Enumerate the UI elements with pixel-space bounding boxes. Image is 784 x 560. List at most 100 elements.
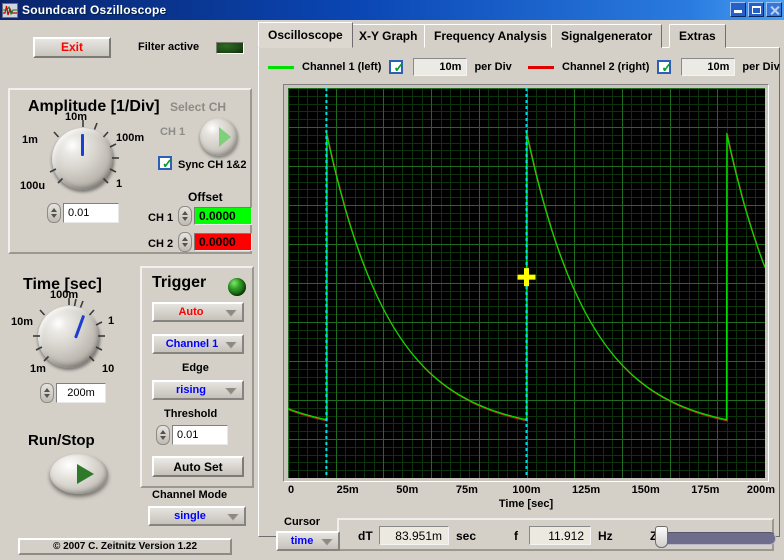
x-tick-6: 150m [631,484,660,496]
waveform-icon-svg [3,3,17,17]
channel-2-per-div-label: per Div [742,61,780,73]
select-ch-value: CH 1 [160,126,186,138]
trigger-source-value: Channel 1 [165,338,219,350]
offset-ch2-value[interactable]: 0.0000 [194,233,252,251]
time-knob-label-10: 10 [102,363,115,375]
trigger-threshold-label: Threshold [164,408,218,420]
trigger-edge-label: Edge [182,362,209,374]
chevron-down-icon [225,310,237,317]
offset-ch2-spinner[interactable] [178,232,192,252]
x-axis-tick-labels: 0 25m 50m 75m 100m 125m 150m 175m 200m [283,484,775,498]
time-spinner[interactable] [40,383,54,403]
window-controls [730,2,782,17]
amplitude-knob-label-1m: 1m [22,134,38,146]
x-tick-3: 75m [455,484,478,496]
cursor-title: Cursor [284,516,321,528]
cursor-mode-value: time [290,535,314,547]
window-title: Soundcard Oszilloscope [22,3,167,17]
offset-ch1-value[interactable]: 0.0000 [194,207,252,225]
amplitude-knob-ticks [49,120,119,184]
f-value-field: 11.912 [529,526,591,545]
trigger-edge-value: rising [176,384,206,396]
select-ch-knob[interactable] [200,118,238,156]
minimize-icon[interactable] [730,2,746,17]
dt-value-field: 83.951m [379,526,449,545]
trigger-led [228,278,246,296]
x-tick-4: 100m [512,484,541,496]
trigger-source-combo[interactable]: Channel 1 [152,334,244,354]
copyright-label: © 2007 C. Zeitnitz Version 1.22 [18,538,232,555]
amplitude-value-field[interactable]: 0.01 [63,203,119,223]
trigger-threshold-spinner[interactable] [156,425,170,445]
auto-set-button[interactable]: Auto Set [152,456,244,477]
channel-1-color-swatch [268,65,294,69]
tab-signalgenerator[interactable]: Signalgenerator [551,24,663,48]
oscilloscope-app: Soundcard Oszilloscope Exit Filter activ… [0,0,784,560]
amplitude-panel: Amplitude [1/Div] Select CH CH 1 10m 100… [8,88,252,254]
trigger-mode-value: Auto [178,306,204,318]
channel-1-enable-checkbox[interactable]: ✓ [389,60,404,74]
sync-channels-label: Sync CH 1&2 [178,159,247,171]
x-tick-7: 175m [691,484,720,496]
channel-2-per-div-value[interactable]: 10m [681,58,736,76]
run-stop-button[interactable] [50,454,108,494]
channel-2-enable-checkbox[interactable]: ✓ [657,60,672,74]
offset-ch1-spinner[interactable] [178,206,192,226]
waveform-icon [2,2,18,18]
offset-ch2-label: CH 2 [148,238,174,250]
trigger-edge-combo[interactable]: rising [152,380,244,400]
oscilloscope-plot[interactable] [288,88,765,478]
channel-mode-combo[interactable]: single [148,506,246,526]
cursor-mode-combo[interactable]: time [276,531,340,551]
tab-extras[interactable]: Extras [669,24,726,48]
trigger-panel: Trigger Auto Channel 1 Edge rising Thres… [140,266,254,488]
zoom-slider-thumb[interactable] [655,526,668,548]
amplitude-knob-label-10m: 10m [65,111,88,123]
amplitude-spinner[interactable] [47,203,61,223]
channel-2-color-swatch [528,65,554,69]
time-knob-label-1m: 1m [30,363,46,375]
filter-active-label: Filter active [138,41,200,53]
amplitude-knob-label-1: 1 [116,178,123,190]
offset-ch1-label: CH 1 [148,212,174,224]
chevron-down-icon [227,514,239,521]
channel-2-name: Channel 2 (right) [562,61,650,73]
trigger-mode-combo[interactable]: Auto [152,302,244,322]
channel-mode-value: single [174,510,206,522]
sync-channels-checkbox[interactable]: ✓ [158,156,173,170]
tab-oscilloscope[interactable]: Oscilloscope [258,22,353,48]
maximize-icon[interactable] [748,2,764,17]
x-tick-5: 125m [572,484,601,496]
offset-title: Offset [188,190,223,204]
trigger-threshold-field[interactable]: 0.01 [172,425,228,445]
channel-1-row: Channel 1 (left) ✓ 10m per Div [268,57,512,77]
f-unit-label: Hz [598,529,613,543]
f-label: f [514,529,518,543]
x-tick-8: 200m [746,484,776,496]
dt-unit-label: sec [456,529,477,543]
channel-1-per-div-value[interactable]: 10m [413,58,468,76]
x-tick-1: 25m [336,484,359,496]
tab-strip: Oscilloscope X-Y Graph Frequency Analysi… [258,22,780,48]
chevron-down-icon [225,388,237,395]
select-ch-title: Select CH [170,100,227,114]
x-tick-2: 50m [396,484,419,496]
amplitude-knob-label-100m: 100m [116,132,145,144]
tab-xy-graph[interactable]: X-Y Graph [349,24,428,48]
chevron-down-icon [225,342,237,349]
zoom-slider-track[interactable] [660,532,776,545]
time-panel: Time [sec] 100m 1 10 1m 10m 200m Run/Sto… [8,268,132,508]
close-icon[interactable] [766,2,782,17]
time-value-field[interactable]: 200m [56,383,106,403]
chevron-down-icon [321,539,333,546]
run-stop-label: Run/Stop [28,432,95,449]
filter-active-led [216,42,244,54]
trigger-title: Trigger [152,274,207,291]
amplitude-title: Amplitude [1/Div] [28,98,160,115]
channel-1-per-div-label: per Div [474,61,512,73]
exit-button[interactable]: Exit [33,37,111,58]
time-knob-label-10m: 10m [11,316,34,328]
tab-frequency-analysis[interactable]: Frequency Analysis [424,24,557,48]
channel-mode-label: Channel Mode [152,489,228,501]
x-tick-0: 0 [287,484,295,496]
